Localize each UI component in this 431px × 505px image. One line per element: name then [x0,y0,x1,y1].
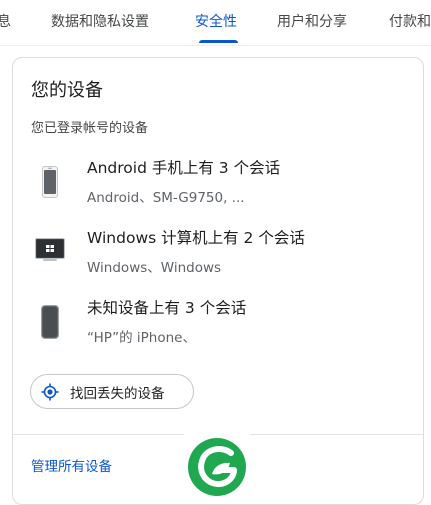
device-row-windows[interactable]: Windows 计算机上有 2 个会话 Windows、Windows [13,226,423,286]
device-name: Android 手机上有 3 个会话 [87,159,281,177]
tab-people-sharing[interactable]: 用户和分享 [277,11,347,31]
device-row-android[interactable]: Android 手机上有 3 个会话 Android、SM-G9750, ... [13,156,423,216]
card-title: 您的设备 [31,80,103,101]
tab-payments[interactable]: 付款和 [389,11,431,31]
device-detail: Android、SM-G9750, ... [87,190,245,206]
device-name: Windows 计算机上有 2 个会话 [87,229,305,247]
find-lost-device-label: 找回丢失的设备 [70,385,165,402]
tab-data-privacy[interactable]: 数据和隐私设置 [51,11,149,31]
windows-computer-icon [33,230,67,270]
device-detail: Windows、Windows [87,260,222,276]
find-lost-device-button[interactable]: 找回丢失的设备 [30,374,194,409]
manage-all-devices-link[interactable]: 管理所有设备 [31,455,112,475]
device-name: 未知设备上有 3 个会话 [87,299,247,317]
device-detail: “HP”的 iPhone、 [87,330,196,346]
top-tab-bar: 息 数据和隐私设置 安全性 用户和分享 付款和 [0,0,431,46]
card-subtitle: 您已登录帐号的设备 [31,121,149,136]
device-row-unknown[interactable]: 未知设备上有 3 个会话 “HP”的 iPhone、 [13,296,423,356]
watermark-logo-icon [184,434,250,500]
tab-info[interactable]: 息 [0,11,11,31]
android-phone-icon [33,162,67,202]
unknown-phone-icon [33,302,67,342]
active-tab-indicator [199,40,238,43]
locate-icon [41,383,59,401]
tab-security[interactable]: 安全性 [195,11,237,31]
